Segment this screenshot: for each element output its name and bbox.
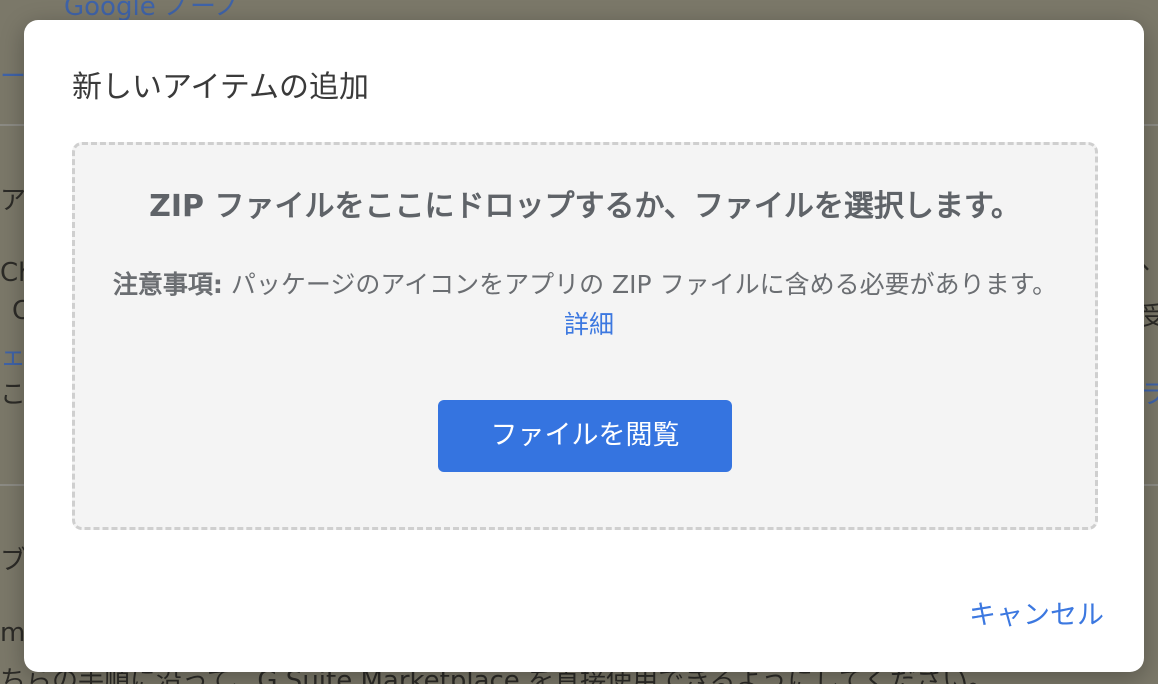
browse-files-button[interactable]: ファイルを閲覧	[438, 400, 732, 472]
details-link[interactable]: 詳細	[564, 310, 614, 339]
zip-drop-zone[interactable]: ZIP ファイルをここにドロップするか、ファイルを選択します。 注意事項: パッ…	[72, 142, 1098, 530]
bg-text: ブ	[0, 546, 27, 576]
add-item-dialog: 新しいアイテムの追加 ZIP ファイルをここにドロップするか、ファイルを選択しま…	[24, 20, 1144, 672]
dialog-title: 新しいアイテムの追加	[72, 70, 369, 105]
note-label: 注意事項:	[112, 270, 223, 299]
note-text: パッケージのアイコンをアプリの ZIP ファイルに含める必要があります。	[222, 270, 1058, 299]
drop-zone-heading: ZIP ファイルをここにドロップするか、ファイルを選択します。	[149, 189, 1021, 224]
drop-zone-note: 注意事項: パッケージのアイコンをアプリの ZIP ファイルに含める必要がありま…	[105, 265, 1065, 345]
cancel-button[interactable]: キャンセル	[963, 589, 1110, 636]
